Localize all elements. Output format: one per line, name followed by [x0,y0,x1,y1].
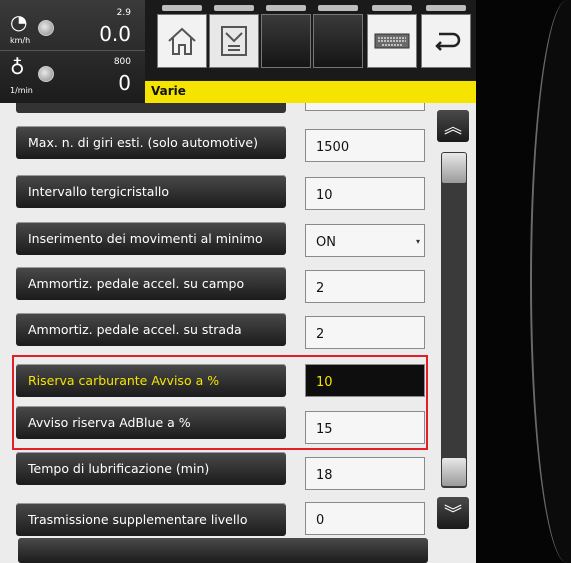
speed-value: 0.0 [99,22,131,46]
setting-label: Avviso riserva AdBlue a % [28,415,191,430]
toolbar-empty-button-1[interactable] [261,5,311,68]
page-title-bar: Varie [145,80,476,103]
setting-button-idle-movements[interactable]: Inserimento dei movimenti al minimo [16,222,286,255]
setting-value: 2 [316,327,325,342]
chevron-up-icon: ︽ [444,117,462,138]
menu-button[interactable] [209,5,259,68]
speedometer-icon: ◔ [10,10,28,34]
speed-unit: km/h [10,36,31,45]
rpm-unit: 1/min [10,86,33,95]
keyboard-button[interactable] [367,5,417,68]
setting-button-pedal-field[interactable]: Ammortiz. pedale accel. su campo [16,267,286,300]
setting-button-aux-transmission[interactable]: Trasmissione supplementare livello [16,503,286,536]
menu-icon [221,26,247,56]
setting-button-pedal-road[interactable]: Ammortiz. pedale accel. su strada [16,313,286,346]
engine-rpm-icon: ♁ [10,55,25,79]
setting-label: Riserva carburante Avviso a % [28,373,220,388]
partial-row-value[interactable] [305,103,425,111]
dropdown-arrow-icon: ▾ [415,237,420,246]
setting-label: Tempo di lubrificazione (min) [28,461,210,476]
setting-value-fuel-reserve[interactable]: 10 [305,364,425,397]
terminal-screen: ◔ km/h 2.9 0.0 ♁ 1/min 800 0 Varie Max. … [0,0,476,563]
setting-value-pedal-field[interactable]: 2 [305,270,425,303]
setting-value-adblue-reserve[interactable]: 15 [305,411,425,444]
setting-button-fuel-reserve[interactable]: Riserva carburante Avviso a % [16,364,286,397]
setting-label: Max. n. di giri esti. (solo automotive) [28,135,258,150]
setting-value: 0 [316,513,325,528]
scrollbar-thumb-bottom[interactable] [442,458,466,486]
setting-button-adblue-reserve[interactable]: Avviso riserva AdBlue a % [16,406,286,439]
partial-bottom-button[interactable] [18,538,428,563]
home-button[interactable] [157,5,207,68]
setting-button-lubrication-time[interactable]: Tempo di lubrificazione (min) [16,452,286,485]
setting-label: Intervallo tergicristallo [28,184,170,199]
setting-value: 1500 [316,140,350,155]
setting-button-max-rpm[interactable]: Max. n. di giri esti. (solo automotive) [16,126,286,159]
chevron-down-icon: ︾ [444,504,462,525]
setting-value: 10 [316,375,333,390]
rpm-indicator-light [38,66,54,82]
top-toolbar [145,0,476,80]
partial-row-button[interactable] [16,103,286,113]
setting-value: 15 [316,422,333,437]
back-icon [435,32,461,51]
setting-value-pedal-road[interactable]: 2 [305,316,425,349]
setting-value: 2 [316,281,325,296]
speed-indicator-light [38,20,54,36]
speed-small-value: 2.9 [116,8,131,18]
rpm-small-value: 800 [113,57,131,67]
setting-label: Ammortiz. pedale accel. su campo [28,276,245,291]
home-icon [168,27,196,55]
speed-gauge: ◔ km/h 2.9 0.0 [0,0,145,51]
setting-value: 18 [316,468,333,483]
toolbar-empty-button-2[interactable] [313,5,363,68]
setting-value-max-rpm[interactable]: 1500 [305,129,425,162]
setting-label: Ammortiz. pedale accel. su strada [28,322,242,337]
scrollbar-track[interactable] [441,152,467,488]
page-title: Varie [151,84,186,98]
setting-value-aux-transmission[interactable]: 0 [305,502,425,535]
setting-button-wiper-interval[interactable]: Intervallo tergicristallo [16,175,286,208]
scroll-down-button[interactable]: ︾ [437,497,469,529]
rpm-value: 0 [118,71,131,95]
setting-label: Trasmissione supplementare livello [28,512,248,527]
gauge-panel: ◔ km/h 2.9 0.0 ♁ 1/min 800 0 [0,0,145,103]
keyboard-icon [374,33,410,49]
setting-value: ON [316,235,336,250]
setting-label: Inserimento dei movimenti al minimo [28,231,263,246]
setting-value: 10 [316,188,333,203]
setting-value-lubrication-time[interactable]: 18 [305,457,425,490]
setting-value-wiper-interval[interactable]: 10 [305,177,425,210]
scroll-up-button[interactable]: ︽ [437,110,469,142]
rpm-gauge: ♁ 1/min 800 0 [0,51,145,101]
scrollbar-thumb-top[interactable] [442,153,466,183]
back-button[interactable] [421,5,471,68]
setting-dropdown-idle-movements[interactable]: ON ▾ [305,224,425,257]
